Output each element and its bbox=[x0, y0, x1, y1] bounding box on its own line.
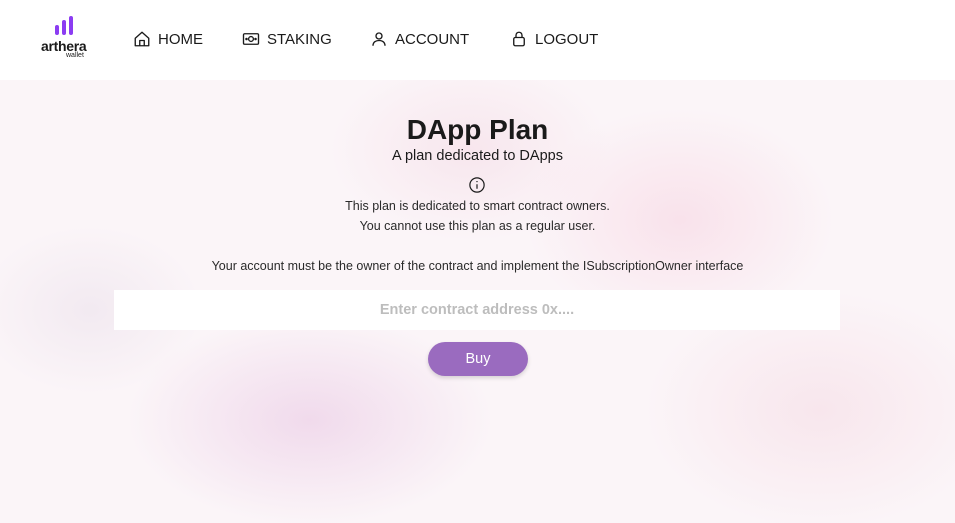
nav-home[interactable]: HOME bbox=[133, 28, 203, 50]
nav-account-label: ACCOUNT bbox=[395, 30, 470, 48]
contract-address-input[interactable] bbox=[114, 290, 840, 330]
arthera-logo[interactable]: arthera wallet bbox=[38, 16, 92, 62]
info-text-line-1: This plan is dedicated to smart contract… bbox=[345, 199, 610, 213]
page-subtitle: A plan dedicated to DApps bbox=[392, 148, 563, 164]
buy-button[interactable]: Buy bbox=[428, 342, 528, 376]
info-text-line-2: You cannot use this plan as a regular us… bbox=[359, 219, 596, 233]
lock-icon bbox=[513, 31, 525, 47]
page-title: DApp Plan bbox=[406, 114, 549, 145]
info-icon bbox=[469, 177, 485, 193]
arthera-logo-icon bbox=[55, 16, 73, 35]
logo-subtitle: wallet bbox=[66, 52, 84, 59]
nav-staking-label: STAKING bbox=[267, 30, 332, 48]
owner-requirement-note: Your account must be the owner of the co… bbox=[211, 259, 744, 273]
nav-home-label: HOME bbox=[158, 30, 203, 48]
top-navbar: arthera wallet HOME STAKING ACCOUNT LOGO… bbox=[0, 0, 955, 80]
nav-staking[interactable]: STAKING bbox=[242, 28, 332, 50]
banknote-icon bbox=[242, 33, 260, 45]
nav-logout[interactable]: LOGOUT bbox=[510, 28, 598, 50]
nav-account[interactable]: ACCOUNT bbox=[370, 28, 469, 50]
nav-logout-label: LOGOUT bbox=[535, 30, 599, 48]
home-icon bbox=[134, 31, 150, 47]
user-icon bbox=[372, 32, 386, 46]
